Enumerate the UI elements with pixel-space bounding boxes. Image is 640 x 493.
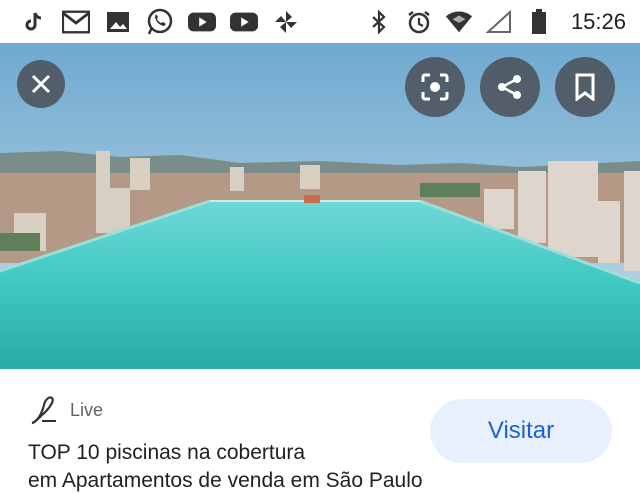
close-icon [31,74,51,94]
notification-icons [20,8,300,36]
clock: 15:26 [570,9,626,34]
bookmark-icon [575,73,595,101]
pinwheel-icon [272,9,300,35]
youtube-icon [230,9,258,35]
save-button[interactable] [555,57,615,117]
source-logo-icon [28,393,58,427]
bluetooth-icon [365,9,393,35]
whatsapp-icon [146,8,174,35]
source-row[interactable]: Live [28,393,103,427]
lens-search-button[interactable] [405,57,465,117]
source-name: Live [70,399,104,420]
gmail-icon [62,9,90,35]
result-title-continued[interactable]: em Apartamentos de venda em São Paulo [28,469,423,493]
result-info: Live TOP 10 piscinas na cobertura em Apa… [0,369,640,492]
youtube-icon [188,9,216,35]
tiktok-icon [20,9,48,35]
visit-button[interactable]: Visitar [430,399,612,463]
status-bar: 15:26 [0,0,640,43]
signal-icon [485,9,513,35]
battery-icon [525,9,553,35]
image-viewer[interactable] [0,43,640,369]
share-button[interactable] [480,57,540,117]
alarm-icon [405,9,433,35]
gallery-icon [104,9,132,35]
share-icon [498,75,521,99]
system-icons: 15:26 [365,8,626,36]
pool-photo [0,43,640,369]
close-button[interactable] [17,60,65,108]
wifi-icon [445,9,473,35]
result-title[interactable]: TOP 10 piscinas na cobertura [28,439,418,467]
lens-icon [421,73,449,101]
